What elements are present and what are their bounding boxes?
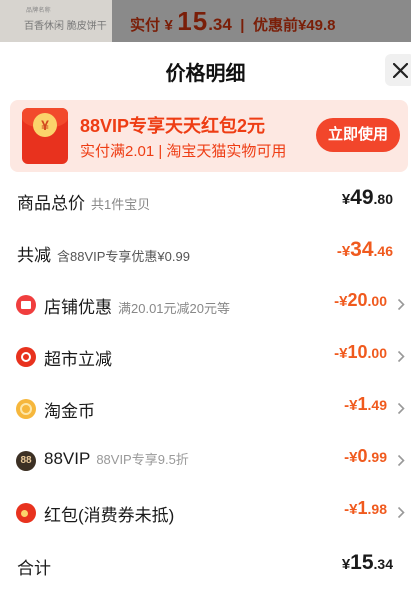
row-sum: 合计 ¥15.34 — [0, 546, 411, 586]
pay-amount-dec: .34 — [208, 15, 232, 34]
vip-note: 88VIP专享9.5折 — [96, 452, 189, 467]
coin-label: 淘金币 — [44, 402, 95, 421]
shop-note: 满20.01元减20元等 — [118, 301, 230, 316]
row-total-price: 商品总价 共1件宝贝 ¥49.80 — [0, 181, 411, 221]
thumbnail-brand-text: 品牌名称 — [26, 8, 51, 14]
shop-discount-icon — [16, 295, 36, 315]
reduction-label: 共减 — [17, 246, 51, 265]
sheet-title: 价格明细 — [165, 63, 246, 85]
pay-separator: | — [240, 17, 245, 34]
total-value: ¥49.80 — [341, 186, 393, 209]
row-taojinbi[interactable]: 淘金币 -¥1.49 — [0, 389, 411, 429]
chevron-right-icon — [397, 506, 405, 519]
hongbao-label: 红包(消费券未抵) — [44, 506, 175, 525]
total-note: 共1件宝贝 — [91, 197, 151, 212]
reduction-note: 含88VIP专享优惠¥0.99 — [57, 249, 190, 264]
close-button[interactable] — [385, 54, 411, 86]
thumbnail-caption: 百香休闲 脆皮饼干 — [24, 21, 107, 32]
pay-amount-int: 15 — [177, 6, 209, 36]
red-packet-icon — [16, 503, 36, 523]
sum-label: 合计 — [17, 559, 51, 578]
market-value: -¥10.00 — [334, 342, 387, 362]
banner-title: 88VIP专享天天红包2元 — [80, 116, 266, 136]
total-label: 商品总价 — [17, 194, 85, 213]
product-thumbnail: 品牌名称 百香休闲 脆皮饼干 — [0, 0, 112, 42]
row-total-reduction: 共减 含88VIP专享优惠¥0.99 -¥34.46 — [0, 233, 411, 273]
vip-88-icon: 88 — [16, 451, 36, 471]
sum-value: ¥15.34 — [341, 551, 393, 574]
pay-summary: 实付 ¥ 15.34 | 优惠前¥49.8 — [130, 6, 335, 37]
red-envelope-icon: ¥ — [22, 108, 68, 164]
row-shop-discount[interactable]: 店铺优惠 满20.01元减20元等 -¥20.00 — [0, 285, 411, 325]
market-label: 超市立减 — [44, 350, 112, 369]
background-product-bar: 品牌名称 百香休闲 脆皮饼干 实付 ¥ 15.34 | 优惠前¥49.8 — [0, 0, 411, 42]
row-supermarket-discount[interactable]: 超市立减 -¥10.00 — [0, 337, 411, 377]
row-hongbao[interactable]: 红包(消费券未抵) -¥1.98 — [0, 493, 411, 533]
envelope-coin: ¥ — [33, 113, 57, 137]
vip-value: -¥0.99 — [344, 446, 387, 466]
chevron-right-icon — [397, 402, 405, 415]
shop-value: -¥20.00 — [334, 290, 387, 310]
row-88vip[interactable]: 88 88VIP 88VIP专享9.5折 -¥0.99 — [0, 441, 411, 481]
vip-redpacket-banner: ¥ 88VIP专享天天红包2元 实付满2.01 | 淘宝天猫实物可用 立即使用 — [10, 100, 408, 172]
original-price: 优惠前¥49.8 — [252, 17, 336, 34]
use-now-button[interactable]: 立即使用 — [316, 118, 400, 152]
shop-label: 店铺优惠 — [44, 298, 112, 317]
reduction-value: -¥34.46 — [336, 238, 393, 261]
chevron-right-icon — [397, 298, 405, 311]
supermarket-icon — [16, 347, 36, 367]
pay-label: 实付 — [130, 17, 161, 34]
pay-currency: ¥ — [164, 17, 173, 34]
price-detail-sheet: 价格明细 ¥ 88VIP专享天天红包2元 实付满2.01 | 淘宝天猫实物可用 … — [0, 44, 411, 616]
close-icon — [393, 63, 408, 78]
coin-value: -¥1.49 — [344, 394, 387, 414]
banner-subtitle: 实付满2.01 | 淘宝天猫实物可用 — [80, 143, 287, 160]
chevron-right-icon — [397, 350, 405, 363]
hongbao-value: -¥1.98 — [344, 498, 387, 518]
taojinbi-coin-icon — [16, 399, 36, 419]
vip-label: 88VIP — [44, 449, 91, 468]
chevron-right-icon — [397, 454, 405, 467]
